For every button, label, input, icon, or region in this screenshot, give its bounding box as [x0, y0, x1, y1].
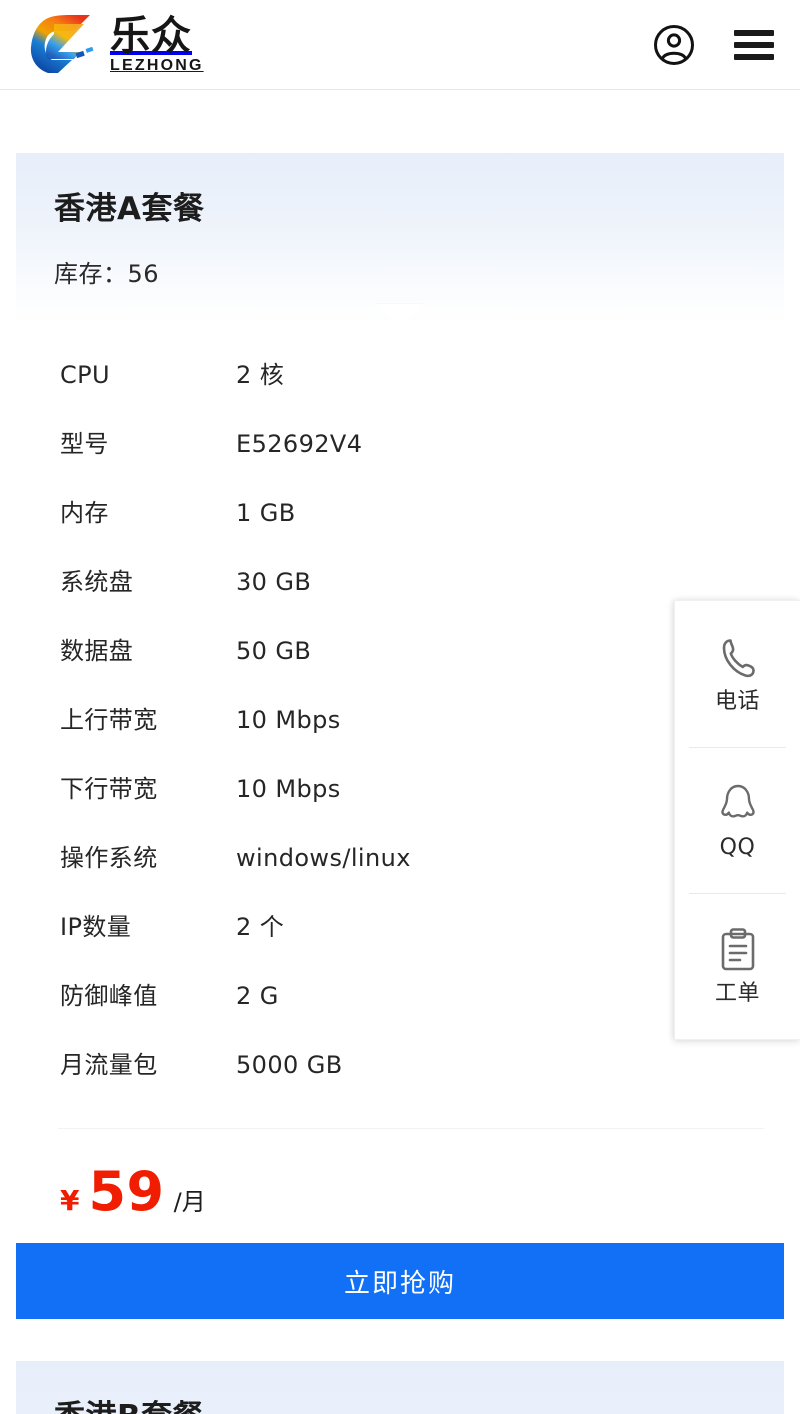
spec-row: 系统盘 30 GB: [16, 562, 784, 631]
logo-english-name: LEZHONG: [110, 57, 204, 75]
plan-card-hk-a: 香港A套餐 库存：56 CPU 2 核 型号 E52692V4 内存 1 GB: [16, 153, 784, 1319]
rail-item-ticket[interactable]: 工单: [675, 893, 800, 1039]
plan-title: 香港A套餐: [54, 191, 205, 227]
spec-value: E52692V4: [236, 430, 363, 458]
spec-label: 下行带宽: [60, 775, 158, 803]
phone-icon: [715, 635, 761, 681]
qq-penguin-icon: [715, 781, 761, 827]
spec-label: CPU: [60, 361, 110, 389]
spec-value: 30 GB: [236, 568, 312, 596]
rail-item-label: 电话: [714, 689, 760, 714]
header-actions: [652, 23, 774, 67]
spec-row: 上行带宽 10 Mbps: [16, 700, 784, 769]
spec-label: 上行带宽: [60, 706, 158, 734]
spec-row: 防御峰值 2 G: [16, 976, 784, 1045]
plan-title: 香港B套餐: [54, 1399, 746, 1414]
menu-button[interactable]: [734, 29, 774, 60]
spec-label: 系统盘: [60, 568, 134, 596]
rail-item-phone[interactable]: 电话: [675, 601, 800, 747]
hamburger-bar-3: [734, 53, 774, 60]
spec-label: 数据盘: [60, 637, 134, 665]
spec-row: 操作系统 windows/linux: [16, 838, 784, 907]
site-header: 乐众 LEZHONG: [0, 0, 800, 90]
floating-contact-rail: 电话 QQ 工单: [674, 600, 800, 1040]
spec-value: 1 GB: [236, 499, 296, 527]
spec-label: 内存: [60, 499, 109, 527]
spec-row: 内存 1 GB: [16, 493, 784, 562]
plan-header: 香港A套餐 库存：56: [16, 153, 784, 326]
clipboard-icon: [715, 927, 761, 973]
spec-list: CPU 2 核 型号 E52692V4 内存 1 GB 系统盘 30 GB 数据…: [16, 325, 784, 1114]
spec-row: 月流量包 5000 GB: [16, 1045, 784, 1114]
spec-value: 5000 GB: [236, 1051, 343, 1079]
user-circle-icon: [654, 24, 694, 65]
lezhong-logo-icon: [30, 14, 94, 73]
spec-value: 2 核: [236, 361, 285, 389]
hamburger-bar-2: [734, 41, 774, 48]
plan-header-next: 香港B套餐: [16, 1361, 784, 1414]
logo-chinese-name: 乐众: [110, 12, 192, 59]
logo-link[interactable]: 乐众 LEZHONG: [28, 9, 204, 81]
rail-item-label: QQ: [719, 835, 756, 860]
account-button[interactable]: [652, 23, 696, 67]
page-root: 乐众 LEZHONG 香港A套餐 库存：56 CPU 2 核 型号 E52692…: [0, 0, 800, 1414]
price-unit: /月: [173, 1188, 206, 1216]
spec-label: 操作系统: [60, 844, 158, 872]
price-amount: 59: [88, 1160, 165, 1223]
rail-item-qq[interactable]: QQ: [675, 747, 800, 893]
spec-label: 防御峰值: [60, 982, 158, 1010]
header-notch-triangle: [376, 304, 424, 326]
spec-label: 型号: [60, 430, 109, 458]
rail-item-label: 工单: [714, 981, 760, 1006]
plan-stock: 库存：56: [54, 260, 160, 289]
logo-wordmark: 乐众 LEZHONG: [110, 14, 204, 76]
spec-label: IP数量: [60, 913, 132, 941]
buy-now-button[interactable]: 立即抢购: [16, 1243, 784, 1319]
spec-row: 数据盘 50 GB: [16, 631, 784, 700]
hamburger-menu-icon: [734, 29, 774, 36]
price-row: ¥ 59 /月: [16, 1129, 784, 1225]
spec-row: 型号 E52692V4: [16, 424, 784, 493]
price-currency-symbol: ¥: [60, 1184, 80, 1217]
spec-row: CPU 2 核: [16, 355, 784, 424]
plan-card-hk-b: 香港B套餐: [16, 1361, 784, 1414]
spec-row: 下行带宽 10 Mbps: [16, 769, 784, 838]
spec-label: 月流量包: [60, 1051, 158, 1079]
spec-row: IP数量 2 个: [16, 907, 784, 976]
